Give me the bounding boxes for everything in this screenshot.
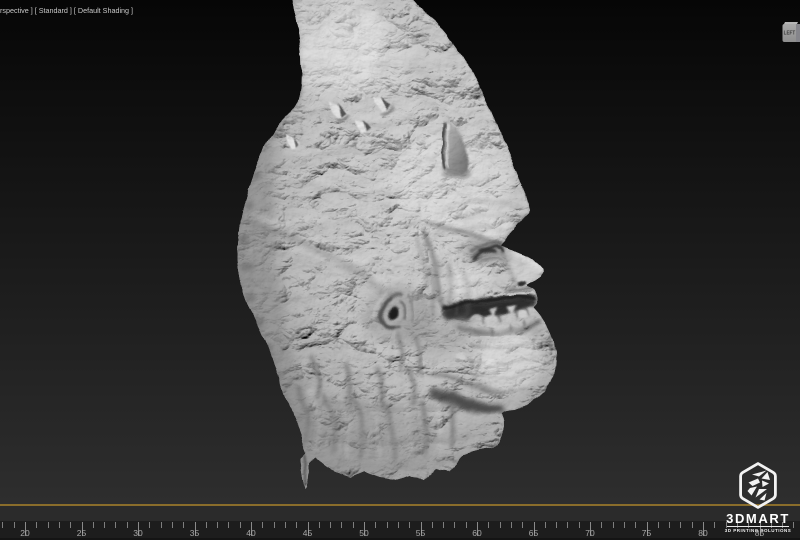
viewcube-top-edge bbox=[784, 22, 798, 24]
model-monster-head[interactable] bbox=[0, 0, 800, 505]
ruler-frame-label: 45 bbox=[302, 528, 313, 538]
ruler-minor-tick bbox=[285, 522, 286, 528]
ruler-minor-tick bbox=[500, 522, 501, 528]
ruler-frame-label: 30 bbox=[132, 528, 143, 538]
ruler-minor-tick bbox=[183, 522, 184, 528]
ruler-minor-tick bbox=[432, 522, 433, 528]
ruler-minor-tick bbox=[545, 522, 546, 528]
ruler-minor-tick bbox=[454, 522, 455, 528]
ruler-minor-tick bbox=[228, 522, 229, 528]
ruler-minor-tick bbox=[466, 522, 467, 528]
ruler-minor-tick bbox=[601, 522, 602, 528]
ruler-frame-label: 20 bbox=[19, 528, 30, 538]
ruler-minor-tick bbox=[149, 522, 150, 528]
ruler-frame-label: 80 bbox=[697, 528, 708, 538]
ruler-minor-tick bbox=[274, 522, 275, 528]
timeline-ruler[interactable]: 2025303540455055606570758085 bbox=[0, 521, 800, 538]
ruler-minor-tick bbox=[341, 522, 342, 528]
ruler-minor-tick bbox=[680, 522, 681, 528]
ruler-minor-tick bbox=[635, 522, 636, 528]
ruler-frame-label: 55 bbox=[415, 528, 426, 538]
ruler-minor-tick bbox=[488, 522, 489, 528]
ruler-minor-tick bbox=[262, 522, 263, 528]
ruler-frame-label: 75 bbox=[641, 528, 652, 538]
ruler-minor-tick bbox=[522, 522, 523, 528]
3dmart-watermark: 3DMART 3D PRINTING SOLUTIONS bbox=[716, 458, 800, 536]
viewcube-face-label: LEFT bbox=[784, 31, 796, 37]
ruler-minor-tick bbox=[48, 522, 49, 528]
ruler-minor-tick bbox=[613, 522, 614, 528]
ruler-minor-tick bbox=[443, 522, 444, 528]
ruler-minor-tick bbox=[14, 522, 15, 528]
ruler-frame-label: 70 bbox=[584, 528, 595, 538]
head-fine-texture bbox=[237, 0, 556, 489]
ruler-minor-tick bbox=[658, 522, 659, 528]
3dmart-logo-text: 3DMART bbox=[716, 511, 800, 526]
ruler-minor-tick bbox=[59, 522, 60, 528]
ruler-minor-tick bbox=[115, 522, 116, 528]
ruler-frame-label: 35 bbox=[189, 528, 200, 538]
viewcube-side-face[interactable] bbox=[796, 24, 800, 42]
track-bar[interactable] bbox=[0, 506, 800, 521]
ruler-minor-tick bbox=[93, 522, 94, 528]
ruler-minor-tick bbox=[567, 522, 568, 528]
ruler-minor-tick bbox=[330, 522, 331, 528]
ruler-minor-tick bbox=[2, 522, 3, 528]
ruler-minor-tick bbox=[172, 522, 173, 528]
ruler-minor-tick bbox=[217, 522, 218, 528]
ruler-minor-tick bbox=[511, 522, 512, 528]
ruler-minor-tick bbox=[409, 522, 410, 528]
ruler-frame-label: 25 bbox=[76, 528, 87, 538]
ruler-minor-tick bbox=[319, 522, 320, 528]
3d-viewport[interactable]: rspective ] [ Standard ] [ Default Shadi… bbox=[0, 0, 800, 505]
3dmart-logo-icon bbox=[739, 462, 777, 509]
ruler-frame-label: 50 bbox=[358, 528, 369, 538]
ruler-frame-label: 60 bbox=[471, 528, 482, 538]
ruler-minor-tick bbox=[296, 522, 297, 528]
ruler-minor-tick bbox=[556, 522, 557, 528]
ruler-minor-tick bbox=[104, 522, 105, 528]
ruler-minor-tick bbox=[36, 522, 37, 528]
application-window: rspective ] [ Standard ] [ Default Shadi… bbox=[0, 0, 800, 540]
ruler-minor-tick bbox=[240, 522, 241, 528]
ruler-minor-tick bbox=[353, 522, 354, 528]
ruler-minor-tick bbox=[127, 522, 128, 528]
ruler-minor-tick bbox=[70, 522, 71, 528]
sculpted-head bbox=[233, 0, 556, 489]
viewcube[interactable]: LEFT bbox=[782, 21, 800, 42]
ruler-minor-tick bbox=[161, 522, 162, 528]
ruler-minor-tick bbox=[375, 522, 376, 528]
3dmart-logo-tagline: 3D PRINTING SOLUTIONS bbox=[716, 528, 800, 533]
ruler-frame-label: 65 bbox=[528, 528, 539, 538]
ruler-minor-tick bbox=[398, 522, 399, 528]
ruler-minor-tick bbox=[387, 522, 388, 528]
ruler-minor-tick bbox=[206, 522, 207, 528]
ruler-minor-tick bbox=[692, 522, 693, 528]
3dmart-logo-rule bbox=[727, 526, 789, 527]
ruler-minor-tick bbox=[624, 522, 625, 528]
ruler-minor-tick bbox=[669, 522, 670, 528]
ruler-minor-tick bbox=[579, 522, 580, 528]
ruler-frame-label: 40 bbox=[245, 528, 256, 538]
